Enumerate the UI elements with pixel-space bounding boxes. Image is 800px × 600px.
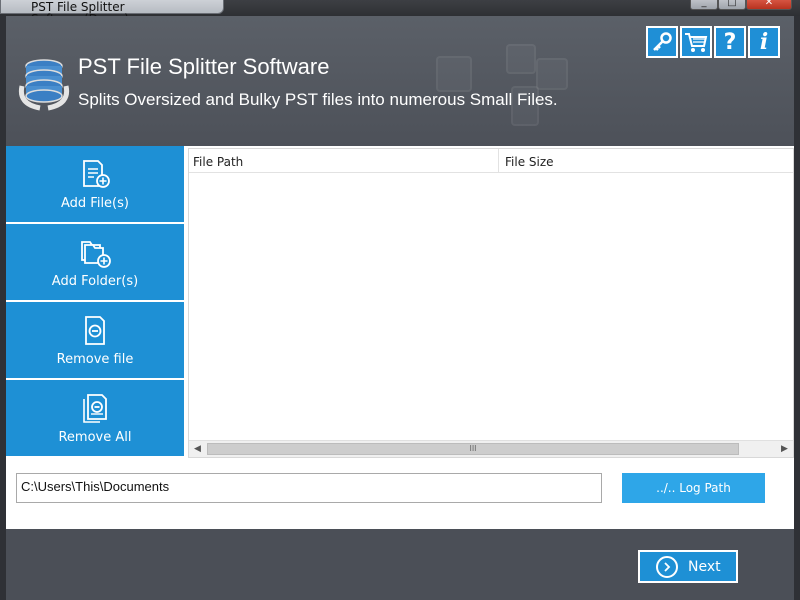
horizontal-scrollbar[interactable]: ◀ III ▶	[189, 440, 793, 457]
close-button[interactable]: ✕	[746, 0, 792, 10]
next-label: Next	[688, 558, 721, 575]
database-logo-icon	[18, 59, 70, 111]
help-icon[interactable]: ?	[714, 26, 746, 58]
window-title: PST File Splitter Software(Demo)	[0, 0, 224, 25]
cart-icon[interactable]	[680, 26, 712, 58]
add-folder-icon	[81, 240, 111, 268]
add-files-button[interactable]: Add File(s)	[6, 146, 184, 223]
column-file-size[interactable]: File Size	[499, 149, 793, 173]
remove-file-icon	[85, 315, 105, 345]
remove-all-button[interactable]: Remove All	[6, 380, 184, 457]
window-titlebar: PST File Splitter Software(Demo) _ □ ✕	[0, 0, 800, 25]
app-title: PST File Splitter Software	[78, 54, 330, 79]
maximize-button[interactable]: □	[718, 0, 746, 10]
scroll-right-icon[interactable]: ▶	[776, 441, 793, 457]
info-icon[interactable]: i	[748, 26, 780, 58]
remove-file-label: Remove file	[56, 351, 134, 367]
window-controls: _ □ ✕	[690, 0, 792, 10]
background-decoration	[506, 44, 536, 74]
remove-all-icon	[83, 393, 107, 423]
log-path-input[interactable]: C:\Users\This\Documents	[16, 473, 602, 503]
chevron-right-icon	[656, 555, 678, 578]
add-folders-label: Add Folder(s)	[51, 273, 139, 289]
table-header: File Path File Size	[189, 149, 793, 173]
app-subtitle: Splits Oversized and Bulky PST files int…	[78, 90, 558, 109]
minimize-button[interactable]: _	[690, 0, 718, 10]
sidebar: Add File(s) Add Folder(s) Remove file Re…	[6, 146, 184, 458]
next-button[interactable]: Next	[638, 550, 738, 583]
scroll-left-icon[interactable]: ◀	[189, 441, 206, 457]
log-path-button[interactable]: ../.. Log Path	[622, 473, 765, 503]
app-header: PST File Splitter Software Splits Oversi…	[6, 16, 794, 146]
remove-file-button[interactable]: Remove file	[6, 302, 184, 379]
add-folders-button[interactable]: Add Folder(s)	[6, 224, 184, 301]
window-frame-right	[794, 16, 800, 600]
add-files-label: Add File(s)	[61, 195, 129, 211]
key-icon[interactable]	[646, 26, 678, 58]
toolbar-icons: ? i	[646, 26, 780, 58]
file-list-table[interactable]: File Path File Size ◀ III ▶	[188, 148, 794, 458]
column-file-path[interactable]: File Path	[189, 149, 499, 173]
scrollbar-thumb[interactable]: III	[207, 443, 739, 455]
background-decoration	[536, 58, 568, 90]
main-content: Add File(s) Add Folder(s) Remove file Re…	[6, 146, 794, 529]
background-decoration	[436, 56, 472, 92]
remove-all-label: Remove All	[58, 429, 132, 445]
add-file-icon	[83, 159, 110, 188]
footer: Next	[6, 529, 794, 600]
